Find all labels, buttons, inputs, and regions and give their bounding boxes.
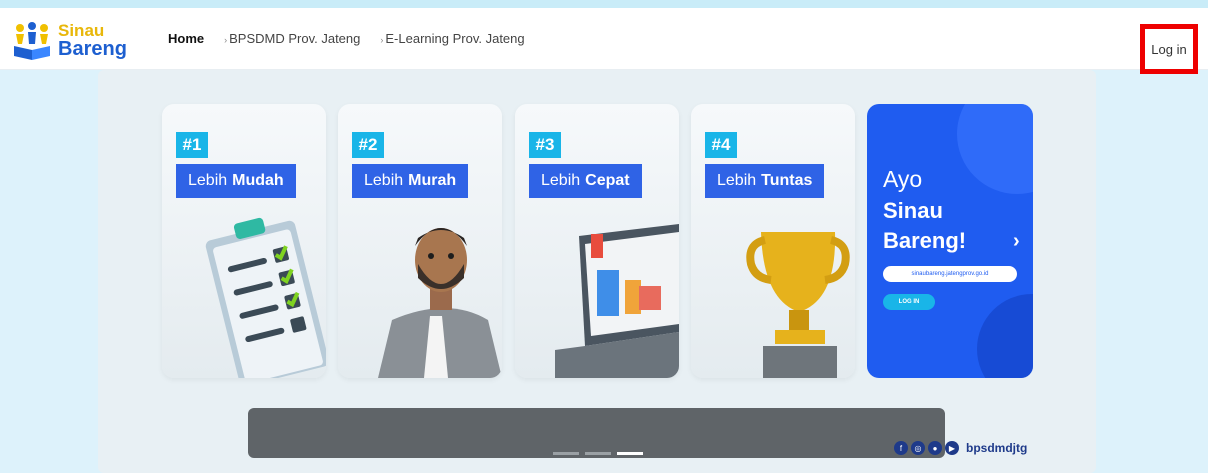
card-label: Lebih Cepat [529, 164, 642, 198]
decorative-blob [977, 294, 1033, 378]
slider-indicators [553, 452, 643, 455]
card-label: Lebih Murah [352, 164, 469, 198]
instagram-icon[interactable]: ◎ [911, 441, 925, 455]
card-label-bold: Tuntas [761, 172, 813, 189]
businessman-avatar-icon [378, 228, 502, 378]
cta-heading-line2: Sinau [883, 198, 943, 223]
slider-next-arrow-icon[interactable]: › [1013, 230, 1020, 253]
card-label-bold: Mudah [232, 172, 284, 189]
feature-card-tuntas: #4 Lebih Tuntas [691, 104, 855, 378]
hero-slider: ‹ #1 LebihMudah [98, 70, 1096, 473]
nav-home[interactable]: Home [168, 31, 204, 46]
card-number-badge: #3 [529, 132, 561, 158]
card-label-prefix: Lebih [364, 172, 404, 189]
trophy-icon [746, 232, 850, 378]
login-label: Log in [1151, 41, 1187, 57]
logo-text-bareng: Bareng [58, 38, 127, 60]
social-handle[interactable]: bpsdmdjtg [966, 441, 1027, 455]
main-nav: Home › BPSDMD Prov. Jateng › E-Learning Pr… [168, 31, 545, 46]
cta-card: Ayo Sinau Bareng! sinaubareng.jatengprov… [867, 104, 1033, 378]
login-link[interactable]: Log in [1140, 24, 1198, 74]
checklist-clipboard-icon [205, 217, 326, 378]
card-label: Lebih Tuntas [705, 164, 825, 198]
nav-elearning-label: E-Learning Prov. Jateng [385, 31, 525, 46]
feature-card-cepat: #3 Lebih Cepat [515, 104, 679, 378]
youtube-icon[interactable]: ▶ [945, 441, 959, 455]
nav-bpsdmd[interactable]: › BPSDMD Prov. Jateng [224, 31, 360, 46]
twitter-icon[interactable]: ● [928, 441, 942, 455]
feature-card-murah: #2 Lebih Murah [338, 104, 502, 378]
slider-dot[interactable] [585, 452, 611, 455]
nav-elearning[interactable]: › E-Learning Prov. Jateng [380, 31, 524, 46]
card-number-badge: #2 [352, 132, 384, 158]
chevron-right-icon: › [224, 35, 228, 45]
feature-card-mudah: #1 Lebih Mudah [162, 104, 326, 378]
cta-url-pill[interactable]: sinaubareng.jatengprov.go.id [883, 266, 1017, 282]
slider-dot[interactable] [553, 452, 579, 455]
laptop-chart-icon [555, 224, 679, 378]
site-logo[interactable]: Sinau Bareng [12, 18, 142, 62]
cta-heading-line3: Bareng! [883, 228, 967, 253]
logo-icon [14, 22, 50, 60]
decorative-blob [957, 104, 1033, 194]
top-strip [0, 0, 1208, 8]
card-label-bold: Cepat [585, 172, 630, 189]
cta-login-button[interactable]: LOG IN [883, 294, 935, 310]
card-label-prefix: Lebih [188, 172, 228, 189]
card-label-bold: Murah [408, 172, 457, 189]
video-panel[interactable] [248, 408, 945, 458]
slider-dot-active[interactable] [617, 452, 643, 455]
navbar: Sinau Bareng Home › BPSDMD Prov. Jateng ›… [0, 8, 1208, 74]
nav-bpsdmd-label: BPSDMD Prov. Jateng [229, 31, 361, 46]
chevron-right-icon: › [380, 35, 384, 45]
card-number-badge: #1 [176, 132, 208, 158]
card-label-prefix: Lebih [541, 172, 581, 189]
facebook-icon[interactable]: f [894, 441, 908, 455]
card-label: Lebih Mudah [176, 164, 296, 198]
card-number-badge: #4 [705, 132, 737, 158]
cta-heading-line1: Ayo [883, 166, 923, 192]
social-links: f ◎ ● ▶ bpsdmdjtg [894, 441, 1027, 455]
card-label-prefix: Lebih [717, 172, 757, 189]
